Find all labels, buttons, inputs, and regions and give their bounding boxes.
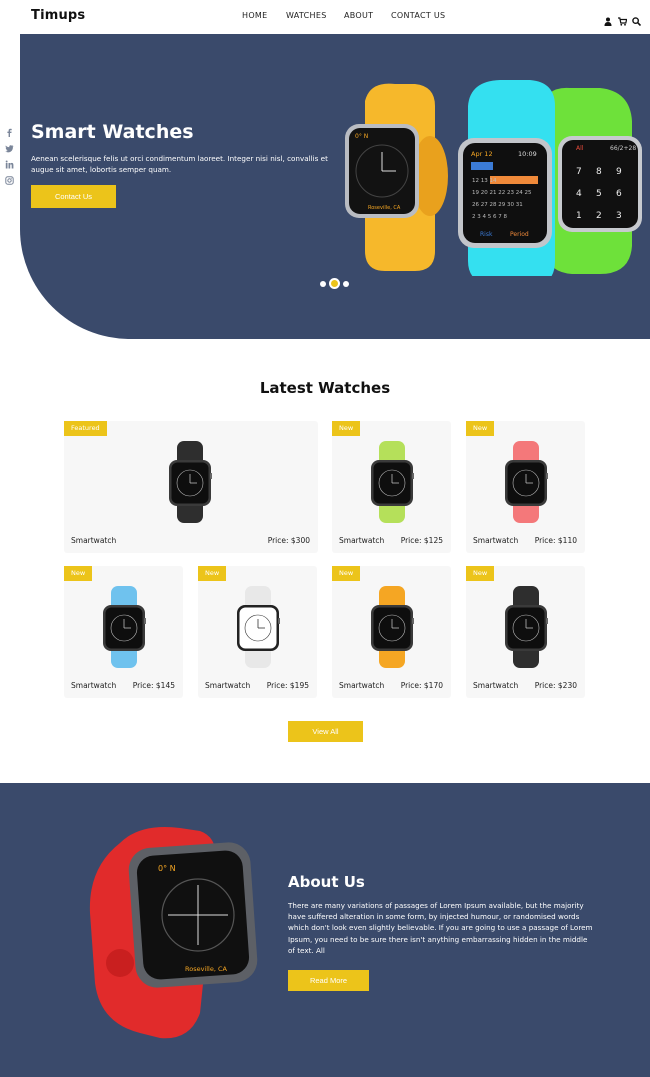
product-card[interactable]: New Smartwatch Price: $230 (466, 566, 585, 698)
facebook-icon[interactable] (5, 122, 14, 137)
nav-watches[interactable]: WATCHES (286, 11, 327, 20)
product-badge: New (198, 566, 227, 581)
carousel-dot-active[interactable] (329, 278, 340, 289)
product-price: Price: $230 (534, 681, 577, 690)
nav-about[interactable]: ABOUT (344, 11, 373, 20)
social-links (5, 122, 14, 185)
site-header: Timups HOME WATCHES ABOUT CONTACT US (0, 0, 650, 34)
product-name: Smartwatch (71, 681, 117, 690)
svg-text:5: 5 (596, 189, 602, 199)
product-card[interactable]: New Smartwatch Price: $195 (198, 566, 317, 698)
watch-icon (371, 586, 414, 668)
nav-contact[interactable]: CONTACT US (391, 11, 445, 20)
svg-text:3: 3 (616, 211, 622, 221)
product-card[interactable]: Featured Smartwatch Price: $300 (64, 421, 318, 553)
nav-home[interactable]: HOME (242, 11, 267, 20)
svg-text:4: 4 (576, 189, 582, 199)
product-price: Price: $170 (400, 681, 443, 690)
product-name: Smartwatch (339, 536, 385, 545)
read-more-button[interactable]: Read More (288, 970, 369, 991)
product-card[interactable]: New Smartwatch Price: $110 (466, 421, 585, 553)
search-icon[interactable] (632, 11, 642, 27)
hero-title: Smart Watches (31, 121, 194, 143)
product-badge: New (332, 421, 361, 436)
about-section: 0° N Roseville, CA About Us There are ma… (0, 783, 650, 1077)
watch-icon (103, 586, 146, 668)
product-badge: Featured (64, 421, 107, 436)
svg-text:12 13 14: 12 13 14 (472, 178, 497, 184)
svg-text:19 20 21 22 23 24 25: 19 20 21 22 23 24 25 (472, 190, 532, 196)
svg-text:1: 1 (576, 211, 582, 221)
svg-text:2: 2 (596, 211, 602, 221)
about-title: About Us (288, 873, 365, 891)
svg-text:6: 6 (616, 189, 622, 199)
middle-watch-footer-right: Period (510, 231, 529, 238)
yellow-watch-illustration: 0° N Roseville, CA (345, 83, 448, 271)
carousel-dot[interactable] (320, 280, 326, 287)
carousel-dot[interactable] (343, 280, 349, 287)
right-watch-top-left: All (576, 145, 584, 152)
watch-icon (169, 441, 212, 523)
cyan-watch-illustration: Apr 12 10:09 12 13 14 19 20 21 22 23 24 … (458, 80, 555, 286)
twitter-icon[interactable] (5, 138, 14, 153)
product-name: Smartwatch (205, 681, 251, 690)
svg-text:26 27 28 29 30 31: 26 27 28 29 30 31 (472, 202, 523, 208)
hero-watches-image: 0° N Roseville, CA All 66/2+28 7 8 9 4 5 6 1… (340, 76, 645, 286)
svg-text:2 3 4 5 6 7 8: 2 3 4 5 6 7 8 (472, 214, 507, 220)
user-icon[interactable] (604, 11, 612, 26)
hero-banner: Smart Watches Aenean scelerisque felis u… (20, 34, 650, 339)
product-price: Price: $195 (266, 681, 309, 690)
product-name: Smartwatch (473, 536, 519, 545)
middle-watch-time: 10:09 (518, 150, 537, 158)
latest-watches-title: Latest Watches (259, 379, 391, 397)
watch-icon (505, 586, 548, 668)
instagram-icon[interactable] (5, 170, 14, 185)
svg-text:9: 9 (616, 167, 622, 177)
left-watch-top-text: 0° N (355, 133, 368, 140)
about-watch-top-text: 0° N (158, 864, 176, 873)
watch-icon (371, 441, 414, 523)
product-card[interactable]: New Smartwatch Price: $145 (64, 566, 183, 698)
view-all-button[interactable]: View All (288, 721, 363, 742)
left-watch-bottom-text: Roseville, CA (368, 205, 401, 211)
header-icons (604, 11, 642, 27)
cart-icon[interactable] (618, 11, 628, 26)
hero-text: Aenean scelerisque felis ut orci condime… (31, 154, 328, 174)
product-price: Price: $125 (400, 536, 443, 545)
svg-text:7: 7 (576, 167, 582, 177)
watch-icon (237, 586, 280, 668)
product-name: Smartwatch (71, 536, 117, 545)
carousel-dots (320, 278, 349, 289)
middle-watch-footer-left: Risk (480, 231, 493, 238)
brand-logo[interactable]: Timups (31, 8, 85, 23)
green-watch-illustration: All 66/2+28 7 8 9 4 5 6 1 2 3 (540, 87, 642, 274)
product-badge: New (64, 566, 93, 581)
product-badge: New (332, 566, 361, 581)
about-watch-bottom-text: Roseville, CA (185, 965, 228, 973)
product-name: Smartwatch (473, 681, 519, 690)
product-card[interactable]: New Smartwatch Price: $170 (332, 566, 451, 698)
svg-text:8: 8 (596, 167, 602, 177)
product-price: Price: $145 (132, 681, 175, 690)
watch-icon (505, 441, 548, 523)
product-price: Price: $110 (534, 536, 577, 545)
middle-watch-date: Apr 12 (471, 150, 493, 158)
linkedin-icon[interactable] (5, 154, 14, 169)
product-name: Smartwatch (339, 681, 385, 690)
about-watch-image: 0° N Roseville, CA (80, 823, 270, 1043)
contact-us-button[interactable]: Contact Us (31, 185, 116, 208)
product-badge: New (466, 566, 495, 581)
right-watch-top-right: 66/2+28 (610, 145, 636, 152)
product-badge: New (466, 421, 495, 436)
about-text: There are many variations of passages of… (288, 901, 593, 955)
product-card[interactable]: New Smartwatch Price: $125 (332, 421, 451, 553)
product-price: Price: $300 (267, 536, 310, 545)
